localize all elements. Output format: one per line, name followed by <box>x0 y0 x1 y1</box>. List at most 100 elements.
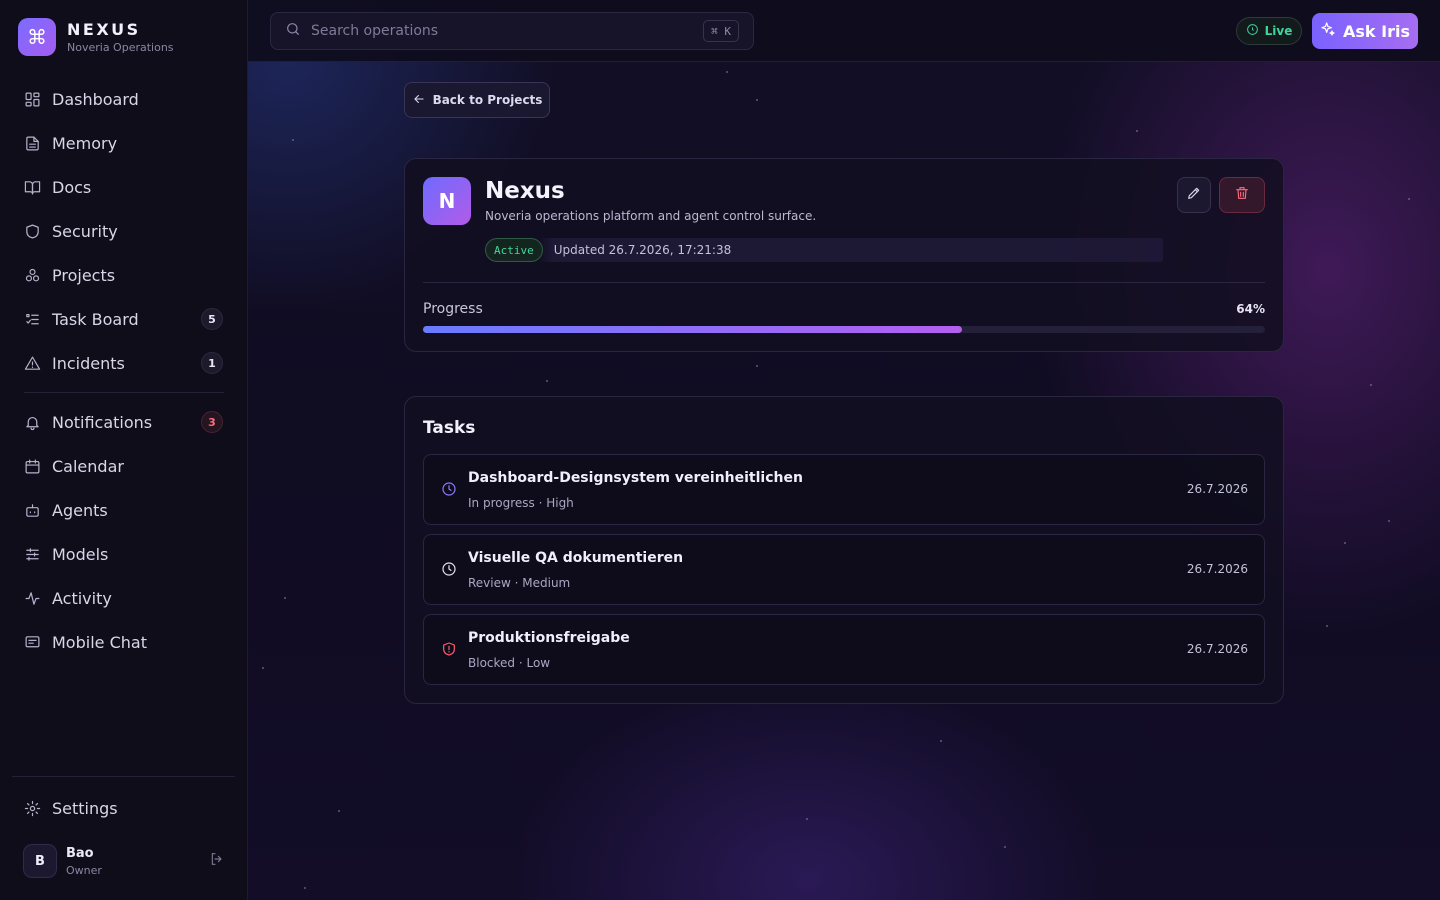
background-star <box>1388 520 1390 522</box>
live-status-button[interactable]: Live <box>1236 17 1302 45</box>
sidebar-item-label: Projects <box>52 265 116 285</box>
task-date: 26.7.2026 <box>1186 642 1248 656</box>
activity-icon <box>23 589 41 607</box>
task-meta: Review · Medium <box>468 576 571 590</box>
task-row[interactable]: Visuelle QA dokumentieren Review · Mediu… <box>423 534 1265 605</box>
shield-icon <box>23 222 41 240</box>
task-date: 26.7.2026 <box>1186 562 1248 576</box>
notification-count-badge: 3 <box>201 411 223 433</box>
sparkles-icon <box>1320 21 1343 41</box>
project-avatar: N <box>423 177 471 225</box>
back-to-projects-button[interactable]: Back to Projects <box>404 82 550 118</box>
project-card: N Nexus Noveria operations platform and … <box>404 158 1284 352</box>
background-star <box>1326 625 1328 627</box>
task-count-badge: 5 <box>201 308 223 330</box>
sidebar-item-label: Settings <box>52 798 118 818</box>
command-logo-icon: ⌘ <box>18 18 56 56</box>
task-meta: Blocked · Low <box>468 656 551 670</box>
projects-icon <box>23 266 41 284</box>
background-star <box>756 99 758 101</box>
task-row[interactable]: Produktionsfreigabe Blocked · Low 26.7.2… <box>423 614 1265 685</box>
sidebar-item-label: Notifications <box>52 412 153 432</box>
background-star <box>1408 198 1410 200</box>
user-name: Bao <box>66 845 94 861</box>
sidebar-item-models[interactable]: Models <box>12 532 236 576</box>
status-row: Active Updated 26.7.2026, 17:21:38 <box>485 238 1163 262</box>
sidebar-item-activity[interactable]: Activity <box>12 576 236 620</box>
sidebar-item-label: Activity <box>52 588 112 608</box>
background-star <box>292 139 294 141</box>
chat-icon <box>23 633 41 651</box>
sidebar-item-mobile-chat[interactable]: Mobile Chat <box>12 620 236 664</box>
trash-icon <box>1234 185 1250 205</box>
sidebar-bottom-divider <box>12 776 235 777</box>
sidebar: ⌘ NEXUS Noveria Operations Dashboard Mem… <box>0 0 248 900</box>
background-star <box>940 740 942 742</box>
background-star <box>1136 130 1138 132</box>
updated-timestamp: Updated 26.7.2026, 17:21:38 <box>553 243 732 257</box>
edit-project-button[interactable] <box>1177 177 1211 213</box>
task-title: Visuelle QA dokumentieren <box>468 550 684 566</box>
progress-label: Progress <box>423 301 483 317</box>
search-input[interactable]: Search operations ⌘ K <box>270 12 754 50</box>
background-star <box>806 818 808 820</box>
avatar: B <box>23 844 57 878</box>
tasks-card: Tasks Dashboard-Designsystem vereinheitl… <box>404 396 1284 704</box>
ask-iris-button[interactable]: Ask Iris <box>1312 13 1418 49</box>
background-star <box>756 365 758 367</box>
ask-iris-label: Ask Iris <box>1343 21 1410 41</box>
sidebar-item-agents[interactable]: Agents <box>12 488 236 532</box>
brand-name: NEXUS <box>67 20 141 39</box>
brand[interactable]: ⌘ NEXUS Noveria Operations <box>18 18 174 56</box>
sidebar-item-settings[interactable]: Settings <box>12 786 236 830</box>
background-star <box>338 810 340 812</box>
sidebar-item-incidents[interactable]: Incidents 1 <box>12 341 236 385</box>
background-star <box>262 667 264 669</box>
task-list: Dashboard-Designsystem vereinheitlichen … <box>423 454 1265 694</box>
sidebar-item-notifications[interactable]: Notifications 3 <box>12 400 236 444</box>
live-indicator-icon <box>1246 23 1265 39</box>
progress-bar <box>423 326 1265 333</box>
delete-project-button[interactable] <box>1219 177 1265 213</box>
sidebar-item-projects[interactable]: Projects <box>12 253 236 297</box>
progress-value: 64% <box>1236 302 1265 316</box>
sliders-icon <box>23 545 41 563</box>
incident-count-badge: 1 <box>201 352 223 374</box>
app: ⌘ NEXUS Noveria Operations Dashboard Mem… <box>0 0 1440 900</box>
background-star <box>546 380 548 382</box>
calendar-icon <box>23 457 41 475</box>
sidebar-item-security[interactable]: Security <box>12 209 236 253</box>
background-star <box>1004 846 1006 848</box>
task-meta: In progress · High <box>468 496 574 510</box>
project-title: Nexus <box>485 178 565 204</box>
sidebar-item-label: Calendar <box>52 456 124 476</box>
tasks-title: Tasks <box>423 418 476 438</box>
sidebar-item-memory[interactable]: Memory <box>12 121 236 165</box>
background-star <box>304 887 306 889</box>
sidebar-item-label: Agents <box>52 500 108 520</box>
background-star <box>726 71 728 73</box>
task-title: Produktionsfreigabe <box>468 630 630 646</box>
sidebar-item-label: Dashboard <box>52 89 139 109</box>
sidebar-item-task-board[interactable]: Task Board 5 <box>12 297 236 341</box>
nav-divider <box>24 392 224 393</box>
background-star <box>1370 384 1372 386</box>
status-badge: Active <box>485 238 543 262</box>
task-row[interactable]: Dashboard-Designsystem vereinheitlichen … <box>423 454 1265 525</box>
dashboard-icon <box>23 90 41 108</box>
clock-icon <box>441 481 457 497</box>
sidebar-item-calendar[interactable]: Calendar <box>12 444 236 488</box>
arrow-left-icon <box>412 92 433 109</box>
sidebar-item-dashboard[interactable]: Dashboard <box>12 77 236 121</box>
user-profile[interactable]: B Bao Owner <box>23 843 225 879</box>
document-icon <box>23 134 41 152</box>
keyboard-shortcut: ⌘ K <box>703 20 739 42</box>
clock-icon <box>441 561 457 577</box>
book-icon <box>23 178 41 196</box>
pencil-icon <box>1186 185 1202 205</box>
task-date: 26.7.2026 <box>1186 482 1248 496</box>
sidebar-item-docs[interactable]: Docs <box>12 165 236 209</box>
main-content: Search operations ⌘ K Live Ask Iris Back… <box>248 0 1440 900</box>
logout-icon[interactable] <box>209 851 225 871</box>
progress-fill <box>423 326 962 333</box>
